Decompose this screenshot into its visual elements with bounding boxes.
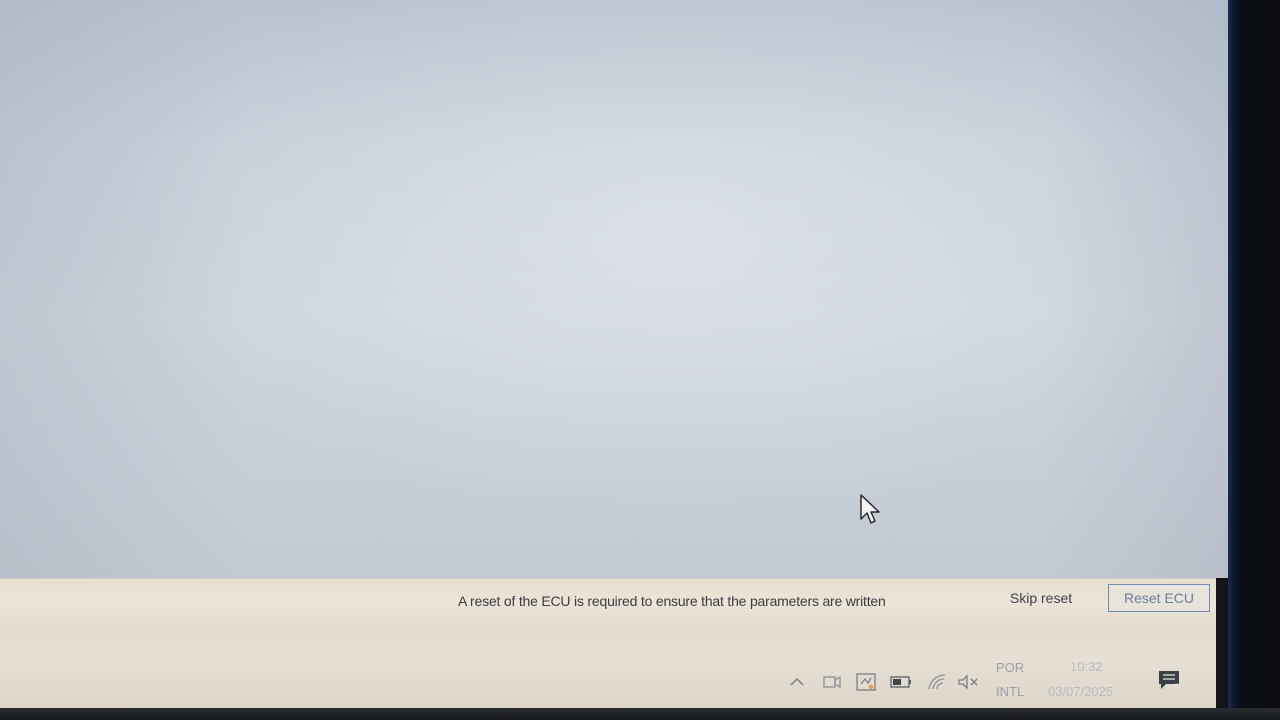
notification-center-icon[interactable]: 3 bbox=[1156, 668, 1182, 692]
camera-icon[interactable] bbox=[821, 672, 843, 692]
taskbar: POR INTL 10:32 03/07/2025 3 bbox=[0, 626, 1216, 708]
reset-notification-bar: A reset of the ECU is required to ensure… bbox=[0, 578, 1216, 627]
monitor-bezel-right bbox=[1228, 0, 1280, 720]
reset-required-message: A reset of the ECU is required to ensure… bbox=[458, 593, 886, 609]
screen: A reset of the ECU is required to ensure… bbox=[0, 0, 1280, 720]
application-content-area bbox=[0, 0, 1230, 578]
battery-icon[interactable] bbox=[890, 672, 912, 692]
notification-count: 3 bbox=[1174, 682, 1180, 692]
chevron-up-icon[interactable] bbox=[786, 672, 808, 692]
speaker-muted-icon[interactable] bbox=[957, 672, 979, 692]
clock-date[interactable]: 03/07/2025 bbox=[1048, 684, 1113, 699]
wifi-icon[interactable] bbox=[926, 672, 948, 692]
monitor-bezel-bottom bbox=[0, 708, 1280, 720]
clock-time[interactable]: 10:32 bbox=[1070, 659, 1103, 674]
mouse-cursor-icon bbox=[860, 494, 880, 524]
app-icon[interactable] bbox=[855, 672, 877, 692]
skip-reset-button[interactable]: Skip reset bbox=[1000, 585, 1082, 611]
reset-ecu-button[interactable]: Reset ECU bbox=[1108, 584, 1210, 612]
language-indicator-bottom[interactable]: INTL bbox=[996, 684, 1024, 699]
language-indicator-top[interactable]: POR bbox=[996, 660, 1024, 675]
